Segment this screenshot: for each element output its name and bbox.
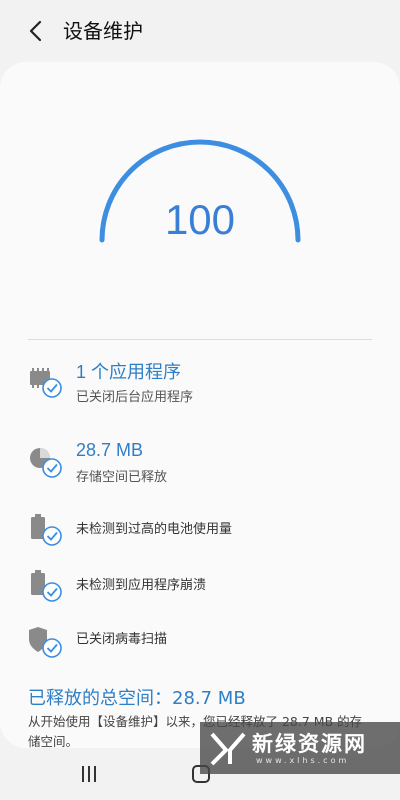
list-item-crashes: 未检测到应用程序崩溃 (0, 568, 400, 618)
back-button[interactable] (22, 17, 50, 45)
page-title: 设备维护 (63, 19, 143, 43)
apps-closed-count: 1 个应用程序 (76, 362, 182, 382)
memory-check-icon (30, 368, 62, 398)
battery-usage-status: 未检测到过高的电池使用量 (76, 522, 233, 537)
list-item-virus-scan: 已关闭病毒扫描 (0, 624, 400, 674)
virus-scan-status: 已关闭病毒扫描 (76, 632, 168, 647)
apps-closed-label: 已关闭后台应用程序 (76, 390, 194, 405)
watermark-logo-icon (210, 732, 246, 766)
list-item-storage: 28.7 MB 存储空间已释放 (0, 438, 400, 488)
total-freed-title: 已释放的总空间：28.7 MB (28, 688, 246, 709)
app-header: 设备维护 (0, 0, 400, 62)
battery-check-icon (31, 570, 62, 602)
watermark-overlay: 新绿资源网 www.xlhs.com (200, 722, 400, 774)
list-item-apps: 1 个应用程序 已关闭后台应用程序 (0, 358, 400, 408)
storage-freed-label: 存储空间已释放 (76, 470, 168, 485)
app-crash-status: 未检测到应用程序崩溃 (76, 578, 207, 593)
watermark-text: 新绿资源网 (252, 732, 367, 756)
chevron-left-icon (29, 20, 42, 42)
device-score: 100 (164, 196, 236, 243)
watermark-url: www.xlhs.com (256, 756, 350, 765)
divider (28, 339, 372, 340)
storage-check-icon (30, 448, 62, 478)
shield-check-icon (29, 627, 62, 658)
list-item-battery: 未检测到过高的电池使用量 (0, 512, 400, 562)
battery-check-icon (31, 514, 62, 546)
recents-button[interactable] (80, 766, 98, 782)
storage-freed-value: 28.7 MB (76, 440, 144, 460)
